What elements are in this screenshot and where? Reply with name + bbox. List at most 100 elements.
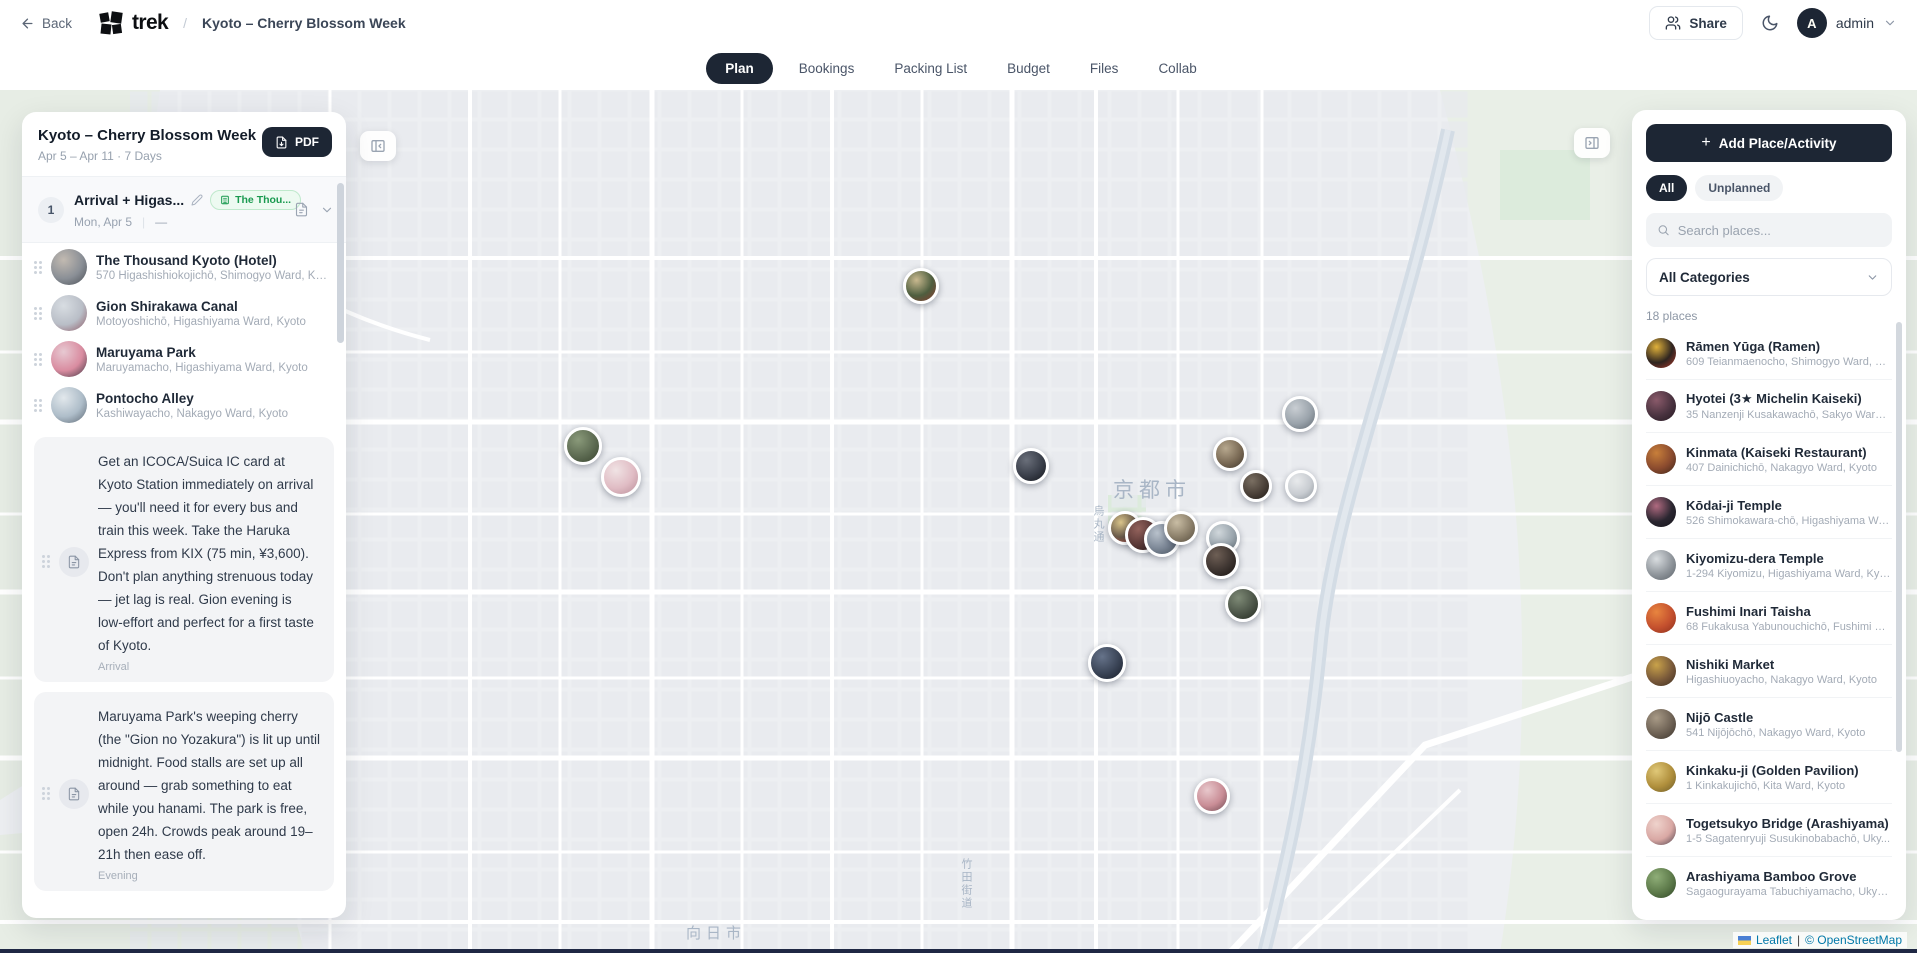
tab[interactable]: Bookings xyxy=(785,53,869,84)
drag-handle-icon[interactable] xyxy=(42,555,50,568)
itinerary-place-row[interactable]: Pontocho Alley Kashiwayacho, Nakagyo War… xyxy=(22,383,346,427)
pdf-label: PDF xyxy=(295,135,319,149)
map-photo-marker[interactable] xyxy=(1164,511,1198,545)
plus-icon: + xyxy=(1701,134,1710,152)
leaflet-link[interactable]: Leaflet xyxy=(1756,933,1792,947)
drag-handle-icon[interactable] xyxy=(42,787,50,800)
add-place-button[interactable]: + Add Place/Activity xyxy=(1646,124,1892,162)
place-name: Nishiki Market xyxy=(1686,657,1892,672)
hotel-badge[interactable]: The Thou... xyxy=(210,190,301,210)
place-name: Kiyomizu-dera Temple xyxy=(1686,551,1892,566)
map-photo-marker[interactable] xyxy=(601,457,641,497)
tab[interactable]: Budget xyxy=(993,53,1064,84)
place-name: Togetsukyo Bridge (Arashiyama) xyxy=(1686,816,1892,831)
map-photo-marker[interactable] xyxy=(564,427,602,465)
tabs: Plan Bookings Packing List Budget Files … xyxy=(706,53,1210,84)
drag-handle-icon[interactable] xyxy=(34,261,42,274)
place-name: Kinkaku-ji (Golden Pavilion) xyxy=(1686,763,1892,778)
tab[interactable]: Files xyxy=(1076,53,1133,84)
file-download-icon xyxy=(275,136,288,149)
itinerary-place-row[interactable]: Maruyama Park Maruyamacho, Higashiyama W… xyxy=(22,337,346,381)
place-photo xyxy=(1646,497,1676,527)
map-photo-marker[interactable] xyxy=(1088,644,1126,682)
attribution-separator: | xyxy=(1797,933,1800,947)
day-date: Mon, Apr 5 xyxy=(74,215,132,229)
map-photo-marker[interactable] xyxy=(1240,470,1272,502)
tab[interactable]: Collab xyxy=(1144,53,1210,84)
note-text: Maruyama Park's weeping cherry (the "Gio… xyxy=(98,709,320,862)
category-select[interactable]: All Categories xyxy=(1646,258,1892,296)
itinerary-scroll-area[interactable]: 1 Arrival + Higas... The Thou... Mon, Ap… xyxy=(22,177,346,918)
note-time-label: Evening xyxy=(98,870,320,882)
place-name: Rāmen Yūga (Ramen) xyxy=(1686,339,1892,354)
map-place-label: 竹田街道 xyxy=(958,858,974,910)
drag-handle-icon[interactable] xyxy=(34,399,42,412)
place-photo xyxy=(51,249,87,285)
drag-handle-icon[interactable] xyxy=(34,307,42,320)
place-list-item[interactable]: Kiyomizu-dera Temple 1-294 Kiyomizu, Hig… xyxy=(1646,539,1892,592)
map-photo-marker[interactable] xyxy=(1285,470,1317,502)
map-photo-marker[interactable] xyxy=(1194,778,1230,814)
place-list-item[interactable]: Kinmata (Kaiseki Restaurant) 407 Dainich… xyxy=(1646,433,1892,486)
flag-icon xyxy=(1738,936,1751,945)
place-list-item[interactable]: Rāmen Yūga (Ramen) 609 Teianmaenocho, Sh… xyxy=(1646,327,1892,380)
itinerary-scrollbar[interactable] xyxy=(337,183,344,343)
tab-label: Files xyxy=(1090,61,1119,76)
place-name: Hyotei (3★ Michelin Kaiseki) xyxy=(1686,391,1892,407)
app-logo[interactable]: trek xyxy=(98,10,168,36)
trek-logo-icon xyxy=(98,10,124,36)
day-collapse-chevron-icon[interactable] xyxy=(320,203,334,217)
note-card[interactable]: Get an ICOCA/Suica IC card at Kyoto Stat… xyxy=(34,437,334,682)
day-header-row[interactable]: 1 Arrival + Higas... The Thou... Mon, Ap… xyxy=(22,177,346,243)
panel-left-close-icon xyxy=(370,138,386,154)
place-address: Motoyoshichō, Higashiyama Ward, Kyoto xyxy=(96,316,330,328)
search-input[interactable] xyxy=(1678,223,1881,238)
place-name: Pontocho Alley xyxy=(96,391,330,406)
place-list-item[interactable]: Arashiyama Bamboo Grove Sagaogurayama Ta… xyxy=(1646,857,1892,906)
map-photo-marker[interactable] xyxy=(1225,586,1261,622)
tab[interactable]: Packing List xyxy=(880,53,981,84)
map-photo-marker[interactable] xyxy=(1203,543,1239,579)
day-note-icon[interactable] xyxy=(294,202,309,217)
place-list-item[interactable]: Kinkaku-ji (Golden Pavilion) 1 Kinkakuji… xyxy=(1646,751,1892,804)
share-button[interactable]: Share xyxy=(1649,6,1743,40)
place-list-item[interactable]: Fushimi Inari Taisha 68 Fukakusa Yabunou… xyxy=(1646,592,1892,645)
map-photo-marker[interactable] xyxy=(1282,396,1318,432)
logo-wordmark: trek xyxy=(132,11,168,35)
add-place-label: Add Place/Activity xyxy=(1719,136,1837,151)
drag-handle-icon[interactable] xyxy=(34,353,42,366)
places-scrollbar[interactable] xyxy=(1896,322,1902,752)
export-pdf-button[interactable]: PDF xyxy=(262,127,332,157)
day-title: Arrival + Higas... xyxy=(74,192,184,208)
breadcrumb-separator: / xyxy=(183,15,187,31)
filter-pill-label: Unplanned xyxy=(1708,181,1770,195)
map-photo-marker[interactable] xyxy=(1213,437,1247,471)
itinerary-place-row[interactable]: Gion Shirakawa Canal Motoyoshichō, Higas… xyxy=(22,291,346,335)
place-address: 407 Dainichichō, Nakagyo Ward, Kyoto xyxy=(1686,462,1892,474)
place-list-item[interactable]: Hyotei (3★ Michelin Kaiseki) 35 Nanzenji… xyxy=(1646,380,1892,433)
tab[interactable]: Plan xyxy=(706,53,773,84)
note-text: Get an ICOCA/Suica IC card at Kyoto Stat… xyxy=(98,454,314,653)
day-time-placeholder[interactable]: — xyxy=(155,215,167,229)
edit-pencil-icon[interactable] xyxy=(191,194,203,206)
place-list-item[interactable]: Nishiki Market Higashiuoyacho, Nakagyo W… xyxy=(1646,645,1892,698)
place-photo xyxy=(51,341,87,377)
place-list-item[interactable]: Togetsukyo Bridge (Arashiyama) 1-5 Sagat… xyxy=(1646,804,1892,857)
filter-pill[interactable]: All xyxy=(1646,175,1687,201)
place-list-item[interactable]: Nijō Castle 541 Nijōjōchō, Nakagyo Ward,… xyxy=(1646,698,1892,751)
places-panel: + Add Place/Activity All Unplanned All C… xyxy=(1632,110,1906,920)
place-list-item[interactable]: Kōdai-ji Temple 526 Shimokawara-chō, Hig… xyxy=(1646,486,1892,539)
theme-toggle-button[interactable] xyxy=(1761,14,1779,32)
collapse-left-panel-button[interactable] xyxy=(360,131,396,161)
collapse-right-panel-button[interactable] xyxy=(1574,128,1610,158)
back-button[interactable]: Back xyxy=(20,16,72,31)
places-list[interactable]: Rāmen Yūga (Ramen) 609 Teianmaenocho, Sh… xyxy=(1646,327,1892,906)
map-photo-marker[interactable] xyxy=(903,268,939,304)
user-menu[interactable]: A admin xyxy=(1797,8,1897,38)
filter-pill[interactable]: Unplanned xyxy=(1695,175,1783,201)
place-photo xyxy=(51,387,87,423)
map-photo-marker[interactable] xyxy=(1013,448,1049,484)
osm-link[interactable]: © OpenStreetMap xyxy=(1805,933,1902,947)
note-card[interactable]: Maruyama Park's weeping cherry (the "Gio… xyxy=(34,692,334,891)
itinerary-place-row[interactable]: The Thousand Kyoto (Hotel) 570 Higashish… xyxy=(22,245,346,289)
